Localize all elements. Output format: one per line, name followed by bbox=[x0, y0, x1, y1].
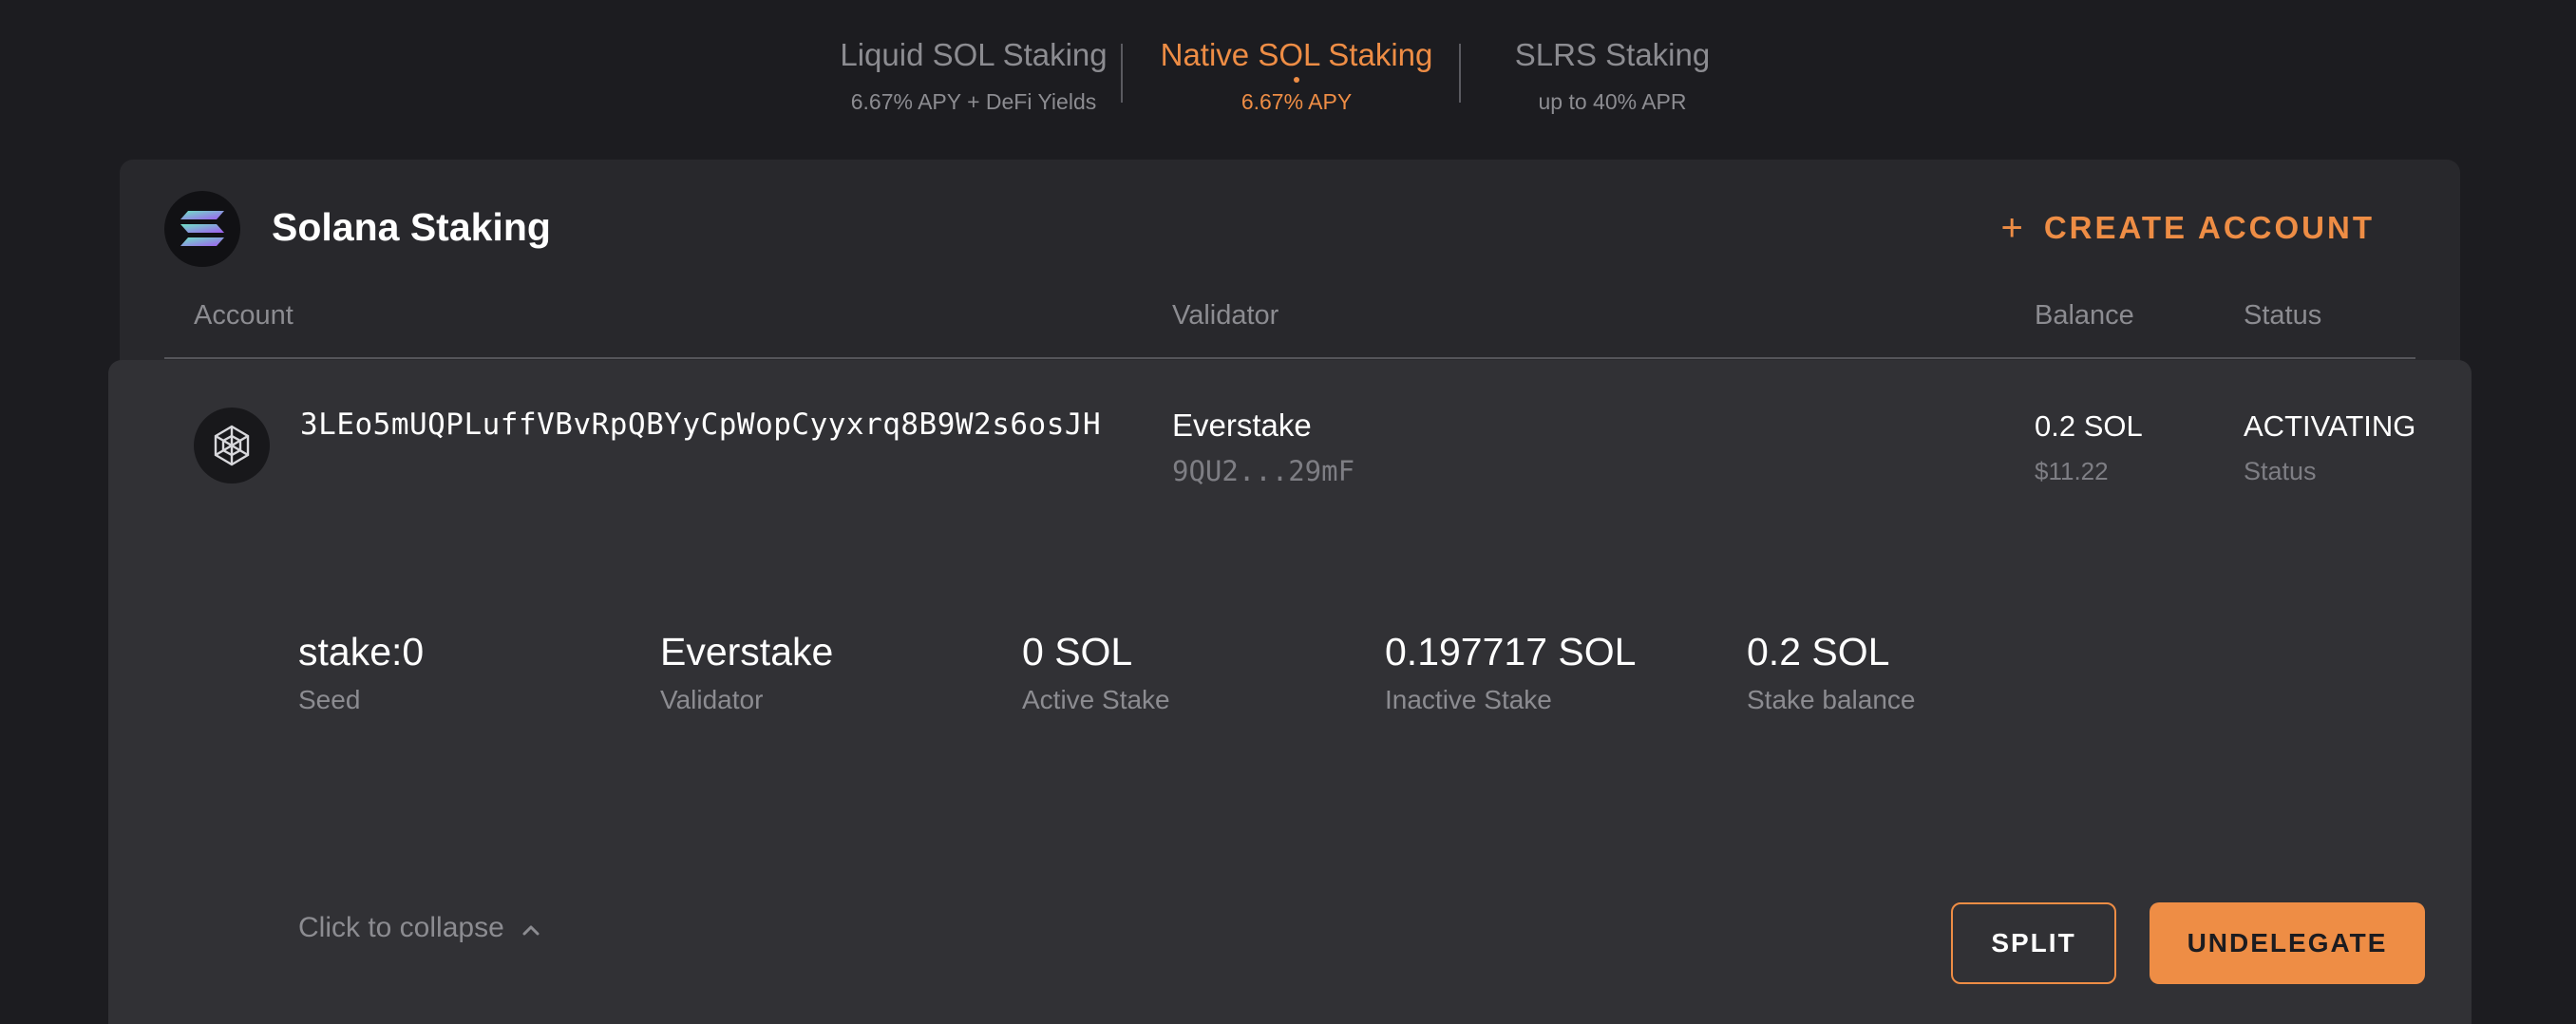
detail-label: Inactive Stake bbox=[1385, 685, 1552, 714]
create-account-button[interactable]: + CREATE ACCOUNT bbox=[2000, 207, 2375, 249]
tab-divider bbox=[1121, 44, 1123, 103]
solana-logo-icon bbox=[164, 191, 240, 267]
card-header: Solana Staking + CREATE ACCOUNT bbox=[120, 160, 2460, 267]
card-title: Solana Staking bbox=[272, 205, 551, 249]
status-value: ACTIVATING bbox=[2244, 409, 2416, 443]
tab-subtitle: 6.67% APY + DeFi Yields bbox=[850, 89, 1097, 114]
detail-label: Stake balance bbox=[1747, 685, 1916, 714]
undelegate-button[interactable]: UNDELEGATE bbox=[2150, 902, 2425, 984]
active-tab-indicator bbox=[1294, 77, 1299, 83]
collapse-label: Click to collapse bbox=[298, 912, 504, 943]
detail-seed: stake:0 Seed bbox=[298, 627, 424, 718]
detail-stake-balance: 0.2 SOL Stake balance bbox=[1747, 627, 1915, 718]
balance-sol: 0.2 SOL bbox=[2035, 409, 2143, 443]
column-header-account: Account bbox=[194, 300, 294, 331]
header-divider bbox=[164, 357, 2415, 359]
column-header-status: Status bbox=[2244, 300, 2322, 331]
tab-subtitle: 6.67% APY bbox=[1241, 89, 1353, 114]
detail-value: Everstake bbox=[660, 630, 834, 673]
staking-tabs: Liquid SOL Staking 6.67% APY + DeFi Yiel… bbox=[0, 34, 2576, 120]
tab-title: Native SOL Staking bbox=[1160, 37, 1433, 72]
tab-native-sol-staking[interactable]: Native SOL Staking 6.67% APY bbox=[1140, 34, 1453, 116]
validator-address[interactable]: 9QU2...29mF bbox=[1172, 452, 1354, 490]
tab-title: SLRS Staking bbox=[1514, 37, 1711, 72]
stake-account-address[interactable]: 3LEo5mUQPLuffVBvRpQBYyCpWopCyyxrq8B9W2s6… bbox=[300, 405, 1101, 445]
balance-usd: $11.22 bbox=[2035, 457, 2109, 485]
create-account-label: CREATE ACCOUNT bbox=[2043, 210, 2375, 245]
tab-title: Liquid SOL Staking bbox=[840, 37, 1108, 72]
tab-liquid-sol-staking[interactable]: Liquid SOL Staking 6.67% APY + DeFi Yiel… bbox=[826, 34, 1121, 116]
detail-label: Active Stake bbox=[1022, 685, 1170, 714]
collapse-toggle[interactable]: Click to collapse bbox=[298, 908, 540, 948]
detail-label: Validator bbox=[660, 685, 764, 714]
column-header-balance: Balance bbox=[2035, 300, 2134, 331]
detail-active-stake: 0 SOL Active Stake bbox=[1022, 627, 1170, 718]
tab-subtitle: up to 40% APR bbox=[1538, 89, 1687, 114]
split-button[interactable]: SPLIT bbox=[1951, 902, 2116, 984]
validator-hexagon-icon bbox=[194, 408, 270, 484]
detail-value: stake:0 bbox=[298, 630, 425, 673]
detail-value: 0.197717 SOL bbox=[1385, 630, 1637, 673]
detail-inactive-stake: 0.197717 SOL Inactive Stake bbox=[1385, 627, 1636, 718]
detail-validator: Everstake Validator bbox=[660, 627, 833, 718]
column-header-validator: Validator bbox=[1172, 300, 1279, 331]
tab-slrs-staking[interactable]: SLRS Staking up to 40% APR bbox=[1482, 34, 1743, 116]
status-label: Status bbox=[2244, 457, 2317, 485]
detail-value: 0 SOL bbox=[1022, 630, 1133, 673]
validator-name: Everstake bbox=[1172, 408, 1312, 443]
detail-label: Seed bbox=[298, 685, 361, 714]
detail-value: 0.2 SOL bbox=[1747, 630, 1890, 673]
staking-page: Liquid SOL Staking 6.67% APY + DeFi Yiel… bbox=[0, 0, 2576, 1024]
chevron-up-icon bbox=[521, 908, 540, 948]
tab-divider bbox=[1459, 44, 1461, 103]
plus-icon: + bbox=[2000, 206, 2023, 249]
